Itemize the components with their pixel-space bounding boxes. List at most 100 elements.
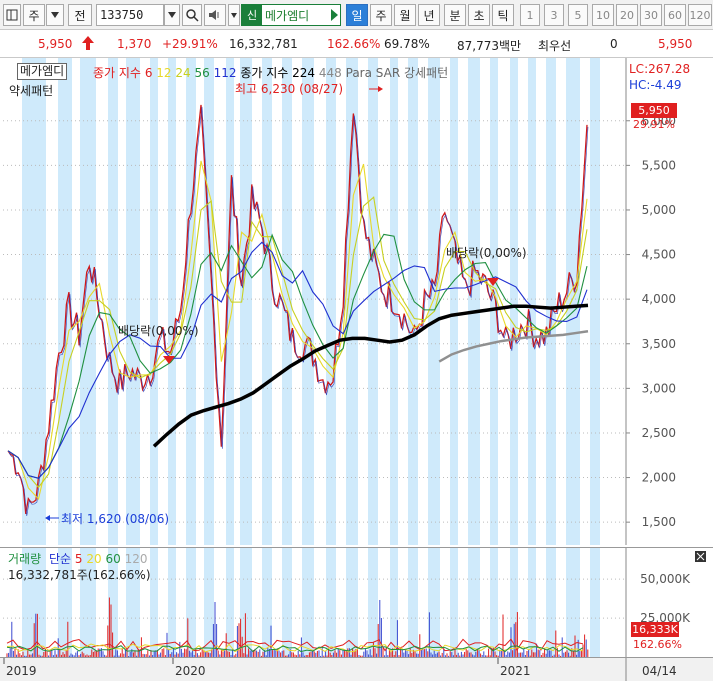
period-year[interactable]: 년 <box>418 4 440 26</box>
week-band <box>590 58 600 545</box>
week-band <box>168 58 176 545</box>
volume-tick-label: 50,000K <box>640 572 691 586</box>
sar-bear-label: 약세패턴 <box>9 84 54 98</box>
current-price: 5,950 <box>38 37 73 51</box>
ma-legend-6: 6 <box>144 66 153 80</box>
week-band <box>546 58 556 545</box>
period-minute[interactable]: 분 <box>444 4 466 26</box>
volume-pane[interactable]: 25,000K 50,000K 거래량 단순 5 20 60 120 16,332… <box>0 547 713 658</box>
volume-ma-60: 60 <box>105 552 121 566</box>
search-icon[interactable] <box>182 4 202 26</box>
week-band <box>468 548 480 658</box>
period-day[interactable]: 일 <box>346 4 368 26</box>
price-chart[interactable]: 1,500 2,000 2,500 3,000 3,500 4,000 4,500 5,000… <box>0 58 713 545</box>
price-tick-label: 5,000 <box>642 203 676 217</box>
stock-info-arrow-icon[interactable] <box>331 9 338 21</box>
stock-code-input[interactable]: 133750 <box>96 4 164 26</box>
week-band <box>326 58 336 545</box>
date-label: 2020 <box>175 664 206 678</box>
week-band <box>168 548 176 658</box>
interval-5[interactable]: 5 <box>568 4 588 26</box>
price-tick-label: 1,500 <box>642 515 676 529</box>
prev-button[interactable]: 전 <box>68 4 92 26</box>
turnover-rate: 69.78% <box>384 37 430 51</box>
interval-20[interactable]: 20 <box>616 4 638 26</box>
price-tick-label: 4,500 <box>642 248 676 262</box>
date-label: 2021 <box>500 664 531 678</box>
market-dropdown-icon[interactable] <box>46 4 64 26</box>
period-tick[interactable]: 틱 <box>492 4 514 26</box>
price-tick-label: 5,500 <box>642 158 676 172</box>
price-tick-label: 4,000 <box>642 292 676 306</box>
ma-legend-112: 112 <box>213 66 237 80</box>
week-band <box>408 58 418 545</box>
week-band <box>126 58 140 545</box>
best-bid-label: 최우선 <box>538 39 572 53</box>
week-band <box>80 58 96 545</box>
period-second[interactable]: 초 <box>468 4 490 26</box>
speaker-dropdown-icon[interactable] <box>228 4 240 26</box>
price-tick-label: 3,500 <box>642 337 676 351</box>
market-selector[interactable]: 주 <box>23 4 45 26</box>
week-band <box>204 548 214 658</box>
price-change: 1,370 <box>117 37 152 51</box>
speaker-icon[interactable] <box>204 4 226 26</box>
period-month[interactable]: 월 <box>394 4 416 26</box>
trade-amount: 87,773백만 <box>457 39 522 53</box>
current-price-tag: 5,950 <box>631 103 677 118</box>
week-band <box>468 58 480 545</box>
week-band <box>528 58 536 545</box>
week-band <box>428 58 440 545</box>
volume-ma-title: 단순 <box>48 552 72 566</box>
ma2-legend-448: 448 <box>318 66 342 80</box>
interval-1[interactable]: 1 <box>520 4 540 26</box>
quote-bar: 5,950 1,370 +29.91% 16,332,781 162.66% 6… <box>0 31 713 58</box>
toolbar: 주 전 133750 신 메가엠디 일 주 월 년 분 초 틱 1 3 5 10… <box>0 0 713 30</box>
volume-legend-title: 거래량 <box>8 552 42 566</box>
dividend-annotation-1: 배당락(0,00%) <box>118 324 199 338</box>
close-volume-pane-icon[interactable] <box>695 551 706 562</box>
stock-name-box[interactable]: 신 메가엠디 <box>241 4 341 26</box>
volume-ma-120: 120 <box>124 552 148 566</box>
hc-label: HC:-4.49 <box>629 78 682 92</box>
period-week[interactable]: 주 <box>370 4 392 26</box>
date-label: 04/14 <box>642 664 677 678</box>
code-dropdown-icon[interactable] <box>164 4 180 26</box>
sar-legend-label: Para SAR 강세패턴 <box>345 66 449 80</box>
interval-60[interactable]: 60 <box>664 4 686 26</box>
price-tick-label: 3,000 <box>642 381 676 395</box>
date-label: 2019 <box>6 664 37 678</box>
date-axis-svg: 2019 2020 2021 04/14 <box>3 658 677 681</box>
up-arrow-icon <box>82 36 94 53</box>
ma-legend-12: 12 <box>156 66 172 80</box>
interval-3[interactable]: 3 <box>544 4 564 26</box>
volume-ma-20: 20 <box>86 552 102 566</box>
interval-10[interactable]: 10 <box>592 4 614 26</box>
volume-legend: 거래량 단순 5 20 60 120 <box>8 550 147 567</box>
best-bid-value: 0 <box>610 37 618 51</box>
week-band <box>510 58 518 545</box>
week-band <box>262 58 272 545</box>
low-annotation: 최저 1,620 (08/06) <box>61 512 170 526</box>
stock-legend-tag[interactable]: 메가엠디 <box>17 63 68 80</box>
ma2-legend-title: 종가 지수 <box>240 66 289 80</box>
price-pane[interactable]: 1,500 2,000 2,500 3,000 3,500 4,000 4,500 5,000… <box>0 58 713 545</box>
week-band <box>490 548 498 658</box>
new-badge: 신 <box>242 5 262 25</box>
volume-value: 16,332,781 <box>229 37 298 51</box>
ma-legend-24: 24 <box>175 66 191 80</box>
volume-ratio: 162.66% <box>327 37 381 51</box>
price-tick-label: 2,000 <box>642 471 676 485</box>
interval-120[interactable]: 120 <box>688 4 712 26</box>
interval-30[interactable]: 30 <box>640 4 662 26</box>
ma-legend-title: 종가 지수 <box>93 66 141 80</box>
week-band <box>368 548 378 658</box>
ma-legend-56: 56 <box>194 66 210 80</box>
week-band <box>150 58 158 545</box>
week-band <box>302 58 314 545</box>
volume-ma-5: 5 <box>74 552 83 566</box>
price-change-pct: +29.91% <box>162 37 218 51</box>
volume-summary: 16,332,781주(162.66%) <box>8 568 151 582</box>
best-ask-value: 5,950 <box>658 37 693 51</box>
layout-icon[interactable] <box>3 4 21 26</box>
